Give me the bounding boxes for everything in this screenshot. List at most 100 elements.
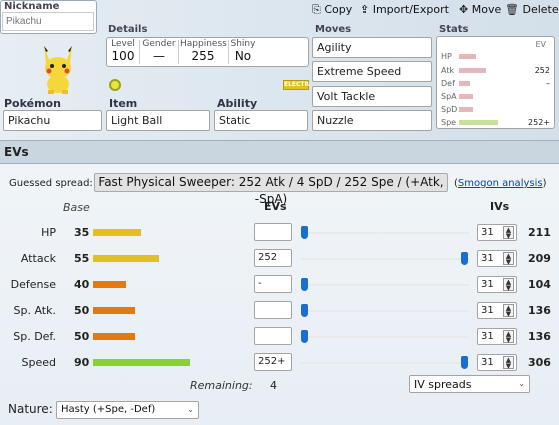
iv-stepper[interactable]: ▲ ▼ — [503, 252, 514, 266]
summary-stat-name: Atk — [441, 66, 455, 75]
moves-label: Moves — [315, 24, 352, 35]
shiny-cell: Shiny No — [230, 39, 256, 63]
stat-total-defense: 104 — [528, 278, 551, 291]
nickname-label: Nickname — [4, 1, 60, 12]
clipboard-icon: ⎘ — [312, 3, 321, 16]
slider-thumb[interactable] — [301, 278, 308, 291]
trash-icon: 🗑 — [505, 3, 519, 16]
guessed-spread-button[interactable]: Fast Physical Sweeper: 252 Atk / 4 SpD /… — [94, 173, 448, 206]
ev-input-sp-atk[interactable] — [254, 301, 292, 319]
stat-name-defense: Defense — [10, 278, 56, 291]
ev-input-hp[interactable] — [254, 223, 292, 241]
pokemon-field[interactable]: Pikachu — [3, 110, 102, 131]
details-divider — [178, 40, 179, 64]
summary-stat-bar — [459, 54, 476, 59]
details-divider — [139, 40, 140, 64]
ability-label: Ability — [217, 97, 258, 110]
copy-button[interactable]: ⎘ Copy — [312, 3, 352, 17]
stats-label: Stats — [439, 24, 469, 35]
iv-stepper[interactable]: ▲ ▼ — [503, 304, 514, 318]
iv-stepper[interactable]: ▲ ▼ — [503, 356, 514, 370]
slider-thumb[interactable] — [301, 304, 308, 317]
summary-stat-name: Def — [441, 79, 455, 88]
stat-total-speed: 306 — [528, 356, 551, 369]
iv-stepper[interactable]: ▲ ▼ — [503, 226, 514, 240]
ev-input-defense[interactable]: - — [254, 275, 292, 293]
summary-stat-bar — [459, 94, 473, 99]
delete-button[interactable]: 🗑 Delete — [505, 3, 559, 16]
base-stat-defense: 40 — [74, 278, 90, 291]
item-label: Item — [109, 97, 138, 110]
nickname-input[interactable] — [2, 12, 94, 31]
chevron-down-icon: ⌄ — [518, 379, 525, 388]
light-ball-icon — [109, 79, 121, 91]
base-stat-bar — [93, 359, 190, 366]
nature-value: Hasty (+Spe, -Def) — [61, 404, 156, 415]
upload-icon: ⇪ — [360, 3, 370, 16]
summary-stat-name: Spe — [441, 118, 457, 127]
nature-select[interactable]: Hasty (+Spe, -Def) ⌄ — [56, 401, 199, 419]
summary-stat-bar — [459, 120, 498, 125]
remaining-value: 4 — [270, 379, 277, 392]
ev-input-sp-def[interactable] — [254, 327, 292, 345]
details-label: Details — [108, 24, 148, 35]
slider-thumb[interactable] — [461, 356, 468, 369]
move-slot-1[interactable]: Agility — [312, 37, 432, 58]
summary-stat-name: HP — [441, 52, 452, 61]
ev-input-attack[interactable]: 252 — [254, 249, 292, 267]
summary-stat-bar — [459, 68, 486, 73]
pokemon-sprite — [34, 42, 82, 94]
iv-stepper[interactable]: ▲ ▼ — [503, 330, 514, 344]
summary-stat-ev: 252 — [534, 66, 550, 75]
iv-spreads-select[interactable]: IV spreads ⌄ — [409, 375, 530, 393]
summary-stat-ev: – — [546, 79, 550, 88]
base-stat-sp-atk: 50 — [74, 304, 90, 317]
stat-name-hp: HP — [41, 226, 56, 239]
move-slot-3[interactable]: Volt Tackle — [312, 86, 432, 107]
stat-total-sp-def: 136 — [528, 330, 551, 343]
ivs-header: IVs — [490, 200, 510, 213]
stat-name-sp-def: Sp. Def. — [13, 330, 56, 343]
ev-slider-sp-atk[interactable] — [301, 310, 469, 312]
stat-name-speed: Speed — [21, 356, 56, 369]
base-stat-bar — [93, 333, 135, 340]
slider-thumb[interactable] — [461, 252, 468, 265]
level-cell: Level 100 — [111, 39, 135, 63]
ev-slider-speed[interactable] — [301, 362, 469, 364]
slider-thumb[interactable] — [301, 226, 308, 239]
chevron-down-icon: ⌄ — [187, 405, 194, 414]
details-divider — [228, 40, 229, 64]
ev-input-speed[interactable]: 252+ — [254, 353, 292, 371]
iv-spreads-value: IV spreads — [414, 378, 472, 391]
guessed-spread-label: Guessed spread: — [9, 178, 93, 189]
smogon-analysis: (Smogon analysis) — [454, 178, 547, 189]
base-stat-bar — [93, 229, 141, 236]
stat-total-attack: 209 — [528, 252, 551, 265]
ev-slider-attack[interactable] — [301, 258, 469, 260]
move-button[interactable]: ✥ Move — [459, 3, 501, 16]
smogon-analysis-link[interactable]: Smogon analysis — [458, 178, 543, 189]
item-field[interactable]: Light Ball — [106, 110, 210, 131]
move-slot-2[interactable]: Extreme Speed — [312, 61, 432, 82]
nature-label: Nature: — [8, 402, 53, 416]
ev-slider-sp-def[interactable] — [301, 336, 469, 338]
slider-thumb[interactable] — [301, 330, 308, 343]
happiness-cell: Happiness 255 — [180, 39, 227, 63]
iv-stepper[interactable]: ▲ ▼ — [503, 278, 514, 292]
ability-field[interactable]: Static — [214, 110, 308, 131]
import-export-button[interactable]: ⇪ Import/Export — [360, 3, 449, 16]
base-stat-bar — [93, 255, 159, 262]
base-stat-bar — [93, 281, 126, 288]
stat-name-attack: Attack — [20, 252, 56, 265]
ev-header: EV — [535, 40, 546, 49]
move-slot-4[interactable]: Nuzzle — [312, 110, 432, 131]
stat-total-hp: 211 — [528, 226, 551, 239]
summary-stat-bar — [459, 81, 470, 86]
summary-stat-ev: 252+ — [528, 118, 550, 127]
ev-section-title: EVs — [4, 145, 29, 159]
gender-cell: Gender — — [142, 39, 176, 63]
base-stat-sp-def: 50 — [74, 330, 90, 343]
ev-slider-defense[interactable] — [301, 284, 469, 286]
ev-slider-hp[interactable] — [301, 232, 469, 234]
stats-summary-button[interactable]: EV HP Atk 252 Def – SpA SpD Spe 252+ — [436, 36, 555, 129]
